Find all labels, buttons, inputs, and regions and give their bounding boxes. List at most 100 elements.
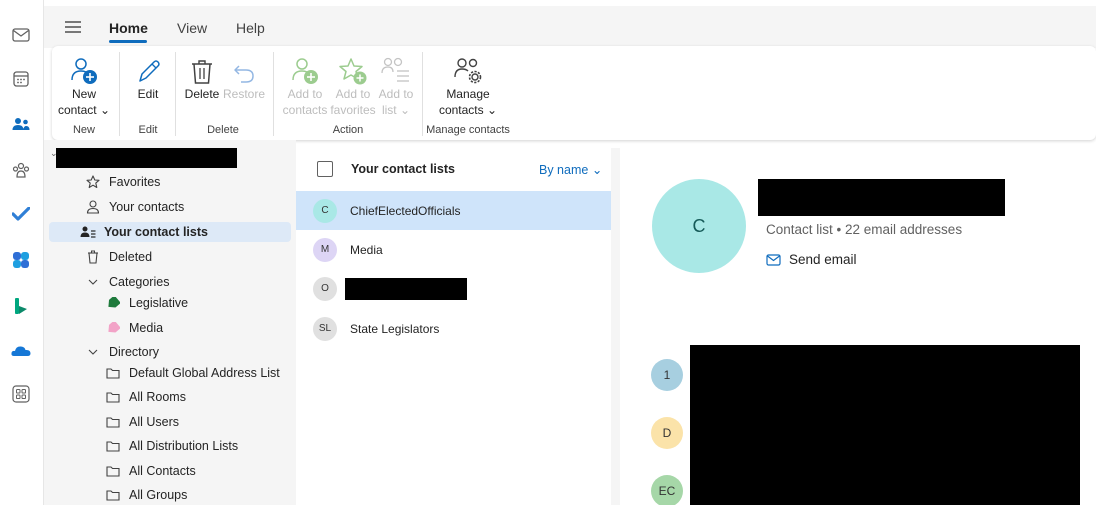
nav-category-legislative[interactable]: Legislative [49,293,291,313]
add-to-favorites-line2: favorites [330,103,376,117]
nav-directory[interactable]: Directory [49,342,291,362]
group-label-edit: Edit [138,124,158,136]
nav-favorites[interactable]: Favorites [49,172,291,192]
restore-button[interactable]: Restore [223,52,265,102]
avatar: SL [313,316,337,341]
add-to-list-line1: Add to [378,87,414,101]
nav-your-contact-lists[interactable]: Your contact lists [49,222,291,242]
groups-icon[interactable] [10,159,32,181]
group-label-manage-contacts: Manage contacts [426,124,510,136]
undo-icon [223,52,265,86]
add-to-contacts-button[interactable]: Add to contacts [282,52,328,118]
nav-default-gal-label: Default Global Address List [129,366,280,380]
star-icon [83,175,103,189]
avatar: M [313,237,337,262]
nav-legislative-label: Legislative [129,296,189,310]
nav-all-rooms[interactable]: All Rooms [49,387,291,407]
avatar: C [313,198,337,223]
new-contact-button[interactable]: New contact ⌄ [56,52,112,118]
ribbon: New contact ⌄ New Edit Edit Delete Resto… [52,46,1096,140]
tab-home[interactable]: Home [109,20,148,36]
nav-categories-label: Categories [109,275,170,289]
manage-contacts-line1: Manage [446,87,490,101]
group-label-new: New [72,124,95,136]
list-item[interactable]: SL State Legislators [296,309,611,348]
edit-button[interactable]: Edit [128,52,168,102]
list-header-title: Your contact lists [351,162,455,176]
list-item[interactable]: C ChiefElectedOfficials [296,191,611,230]
nav-all-groups[interactable]: All Groups [49,485,291,505]
list-item[interactable]: M Media [296,230,611,269]
list-item[interactable]: O [296,269,611,308]
redacted-account-name [56,148,237,168]
add-to-contacts-line2: contacts [282,103,328,117]
onedrive-icon[interactable] [10,340,32,362]
group-label-action: Action [332,124,364,136]
nav-categories[interactable]: Categories [49,272,291,292]
star-add-icon [328,52,378,86]
member-avatar: D [651,417,683,449]
chevron-down-icon [83,279,103,285]
delete-button[interactable]: Delete [182,52,222,102]
calendar-icon[interactable] [10,68,32,90]
nav-your-contact-lists-label: Your contact lists [104,225,208,239]
select-all-checkbox[interactable] [317,161,333,177]
nav-all-users-label: All Users [129,415,180,429]
send-email-button[interactable]: Send email [766,252,857,267]
tab-view[interactable]: View [177,20,207,36]
list-item-name: Media [350,242,383,257]
tab-help[interactable]: Help [236,20,265,36]
contact-detail-pane: C Contact list • 22 email addresses Send… [620,148,1096,505]
app-rail [0,0,44,505]
add-to-list-button[interactable]: Add to list ⌄ [378,52,414,118]
add-contact-icon [282,52,328,86]
add-to-favorites-button[interactable]: Add to favorites [328,52,378,118]
manage-contacts-icon [430,52,506,86]
contact-list-avatar: C [652,179,746,273]
delete-label: Delete [184,87,220,101]
nav-all-users[interactable]: All Users [49,412,291,432]
nav-deleted[interactable]: Deleted [49,247,291,267]
send-email-label: Send email [789,252,857,267]
chevron-down-icon: ⌄ [591,163,603,177]
add-to-list-icon [378,52,414,86]
apps-icon[interactable] [10,383,32,405]
nav-all-contacts[interactable]: All Contacts [49,461,291,481]
nav-all-groups-label: All Groups [129,488,188,502]
ribbon-divider [119,52,120,136]
nav-all-distribution-lists[interactable]: All Distribution Lists [49,436,291,456]
add-to-list-line2: list ⌄ [381,103,411,117]
people-icon[interactable] [10,113,32,135]
ribbon-divider [175,52,176,136]
redacted-list-name [345,278,467,300]
add-to-contacts-line1: Add to [287,87,323,101]
bookings-icon[interactable] [10,295,32,317]
manage-contacts-button[interactable]: Manage contacts ⌄ [430,52,506,118]
people-list-icon [78,226,98,238]
nav-category-media[interactable]: Media [49,318,291,338]
copilot-icon[interactable] [10,249,32,271]
member-avatar: 1 [651,359,683,391]
folder-icon [103,489,123,501]
mail-icon[interactable] [10,24,32,46]
trash-icon [182,52,222,86]
green-tag-icon [103,297,123,309]
sort-by-name-button[interactable]: By name ⌄ [539,162,602,177]
redacted-list-title [758,179,1005,216]
folder-icon [103,416,123,428]
hamburger-menu-icon[interactable] [64,20,82,37]
list-header: Your contact lists By name ⌄ [296,148,611,192]
folder-icon [103,367,123,379]
nav-your-contacts[interactable]: Your contacts [49,197,291,217]
todo-icon[interactable] [10,203,32,225]
ribbon-divider [273,52,274,136]
navigation-pane: ⌄ Favorites Your contacts Your contact l… [44,140,296,505]
nav-all-contacts-label: All Contacts [129,464,196,478]
chevron-down-icon: ⌄ [486,103,498,117]
chevron-down-icon: ⌄ [399,103,411,117]
pencil-icon [128,52,168,86]
mail-icon [766,253,781,266]
ribbon-divider [422,52,423,136]
nav-default-global-address-list[interactable]: Default Global Address List [49,363,291,383]
nav-media-label: Media [129,321,164,335]
